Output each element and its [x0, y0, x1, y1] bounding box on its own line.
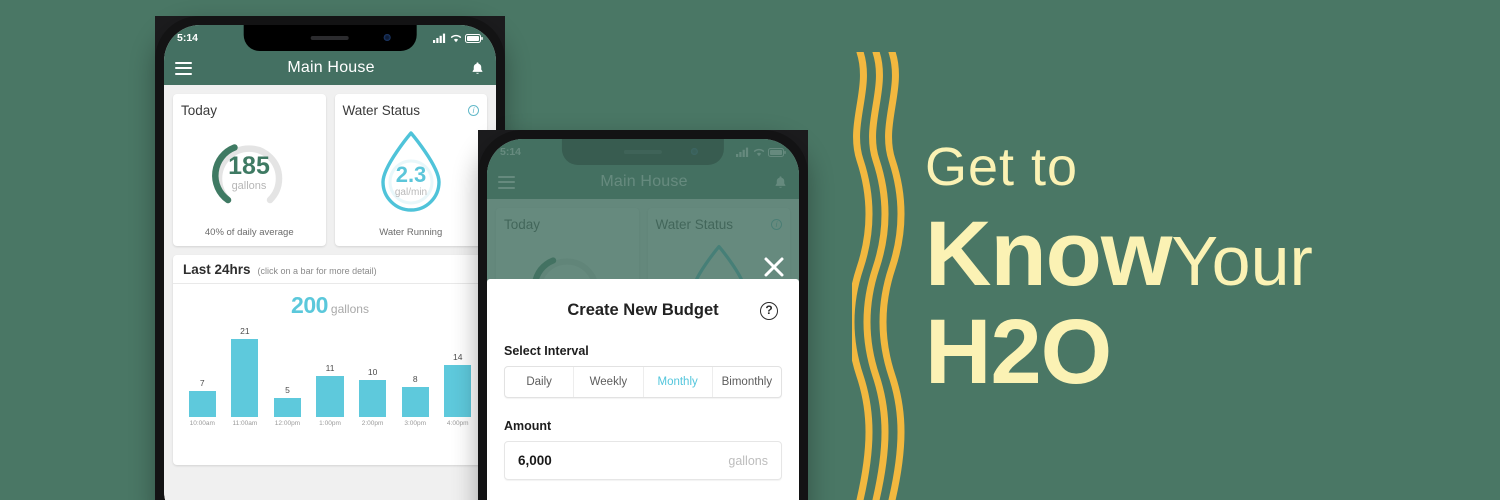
page-title: Main House — [287, 59, 375, 76]
hero-line-1: Get to — [925, 137, 1079, 197]
interval-option-monthly[interactable]: Monthly — [644, 367, 713, 397]
chart-total-unit: gallons — [330, 302, 369, 316]
phone2-screen: 5:14 Main House Today — [487, 139, 799, 500]
chart-x-axis: 10:00am 11:00am 12:00pm 1:00pm 2:00pm 3:00pm 4… — [173, 417, 487, 427]
phone2-bezel: 5:14 Main House Today — [487, 139, 799, 500]
last-24hrs-chart-card: Last 24hrs (click on a bar for more deta… — [173, 255, 487, 465]
earpiece-speaker-icon — [311, 36, 349, 40]
water-status-card[interactable]: Water Status i 2.3 gal/min Water Running — [334, 94, 487, 246]
phone1-bezel: 5:14 Main House Today 185 gallons 40% of… — [164, 25, 496, 500]
phone1-app-bar: Main House — [164, 51, 496, 85]
info-circle-icon[interactable]: i — [468, 105, 479, 116]
phone-mockup-dashboard: 5:14 Main House Today 185 gallons 40% of… — [155, 16, 505, 500]
chart-total-usage: 200 gallons — [173, 284, 487, 321]
today-gauge-value: 185 — [228, 152, 270, 180]
chart-bar[interactable] — [231, 339, 259, 417]
interval-segmented-control[interactable]: Daily Weekly Monthly Bimonthly — [504, 366, 782, 398]
today-card-footer: 40% of daily average — [204, 227, 294, 238]
interval-option-bimonthly[interactable]: Bimonthly — [713, 367, 781, 397]
today-card[interactable]: Today 185 gallons 40% of daily average — [173, 94, 326, 246]
modal-title: Create New Budget — [567, 301, 719, 319]
hero-line-2: KnowYour — [925, 208, 1485, 300]
hamburger-menu-icon[interactable] — [175, 61, 192, 75]
chart-bar-value: 7 — [199, 378, 205, 388]
chart-bar-column[interactable]: 10 — [351, 321, 394, 417]
chart-x-tick-label: 1:00pm — [319, 420, 341, 427]
chart-bar[interactable] — [273, 398, 302, 417]
chart-bar-column[interactable]: 21 — [224, 321, 267, 417]
front-camera-icon — [383, 34, 391, 41]
chart-bar-column[interactable]: 7 — [181, 321, 224, 417]
battery-icon — [465, 33, 483, 43]
wifi-icon — [450, 34, 462, 43]
chart-bar-value: 14 — [453, 352, 463, 362]
hero-text-block: Get to KnowYour H2O — [925, 140, 1485, 398]
phone1-content: Today 185 gallons 40% of daily average W… — [164, 85, 496, 500]
today-gauge-unit: gallons — [232, 180, 267, 192]
chart-x-tick-label: 3:00pm — [404, 420, 427, 427]
chart-x-tick-label: 4:00pm — [446, 420, 469, 427]
chart-title: Last 24hrs — [183, 262, 251, 277]
chart-bar-column[interactable]: 14 — [436, 321, 479, 417]
close-x-icon[interactable] — [763, 256, 785, 278]
phone1-screen: 5:14 Main House Today 185 gallons 40% of… — [164, 25, 496, 500]
select-interval-label: Select Interval — [504, 344, 589, 358]
chart-bar-value: 5 — [285, 385, 290, 395]
chart-x-tick-label: 2:00pm — [361, 420, 384, 427]
status-indicators — [433, 33, 483, 43]
water-rate-value: 2.3 — [395, 162, 426, 187]
help-circle-icon[interactable]: ? — [760, 301, 778, 320]
chart-bar-value: 8 — [412, 374, 418, 384]
signal-bars-icon — [433, 33, 446, 43]
phone-mockup-budget-modal: 5:14 Main House Today — [478, 130, 808, 500]
notification-bell-icon[interactable] — [470, 61, 485, 76]
chart-bar-column[interactable]: 8 — [394, 321, 437, 417]
interval-option-daily[interactable]: Daily — [505, 367, 575, 397]
water-rate-unit: gal/min — [395, 187, 427, 198]
create-budget-modal: Create New Budget ? Select Interval Dail… — [487, 279, 799, 500]
chart-bar[interactable] — [188, 391, 216, 417]
hero-your-word: Your — [1171, 222, 1313, 300]
water-droplet-gauge: 2.3 gal/min — [365, 124, 457, 221]
water-status-card-title: Water Status — [342, 103, 421, 118]
chart-x-tick-label: 12:00pm — [274, 420, 301, 427]
chart-bar[interactable] — [316, 376, 344, 417]
interval-option-weekly[interactable]: Weekly — [574, 367, 644, 397]
amount-label: Amount — [504, 419, 552, 433]
hero-know-word: Know — [925, 203, 1172, 305]
chart-subtitle: (click on a bar for more detail) — [257, 266, 377, 276]
today-card-title: Today — [181, 103, 218, 118]
wavy-lines-icon — [847, 48, 922, 500]
chart-bar[interactable] — [444, 365, 472, 417]
chart-bar-column[interactable]: 11 — [309, 321, 352, 417]
chart-x-tick-label: 11:00am — [232, 420, 258, 427]
chart-bar-value: 11 — [325, 363, 335, 373]
daily-usage-gauge: 185 gallons — [203, 124, 295, 221]
chart-header: Last 24hrs (click on a bar for more deta… — [173, 255, 487, 284]
status-time: 5:14 — [177, 32, 199, 44]
amount-input[interactable]: 6,000 gallons — [504, 441, 782, 480]
chart-bars: 7 21 5 11 10 8 14 — [173, 321, 487, 417]
chart-bar-column[interactable]: 5 — [266, 321, 309, 417]
amount-value: 6,000 — [518, 453, 552, 468]
chart-bar-value: 21 — [240, 326, 250, 336]
amount-unit: gallons — [728, 453, 768, 468]
modal-header: Create New Budget ? — [504, 301, 782, 320]
hero-line-3: H2O — [925, 301, 1112, 403]
chart-total-value: 200 — [291, 292, 328, 318]
water-status-card-footer: Water Running — [379, 227, 443, 238]
chart-bar-value: 10 — [367, 367, 378, 377]
chart-x-tick-label: 10:00am — [189, 420, 215, 427]
water-status-card-header: Water Status i — [342, 103, 479, 118]
chart-bar[interactable] — [358, 380, 387, 417]
today-card-header: Today — [181, 103, 318, 118]
phone1-notch — [243, 25, 417, 51]
chart-bar[interactable] — [401, 387, 429, 417]
summary-cards-row: Today 185 gallons 40% of daily average W… — [164, 85, 496, 246]
